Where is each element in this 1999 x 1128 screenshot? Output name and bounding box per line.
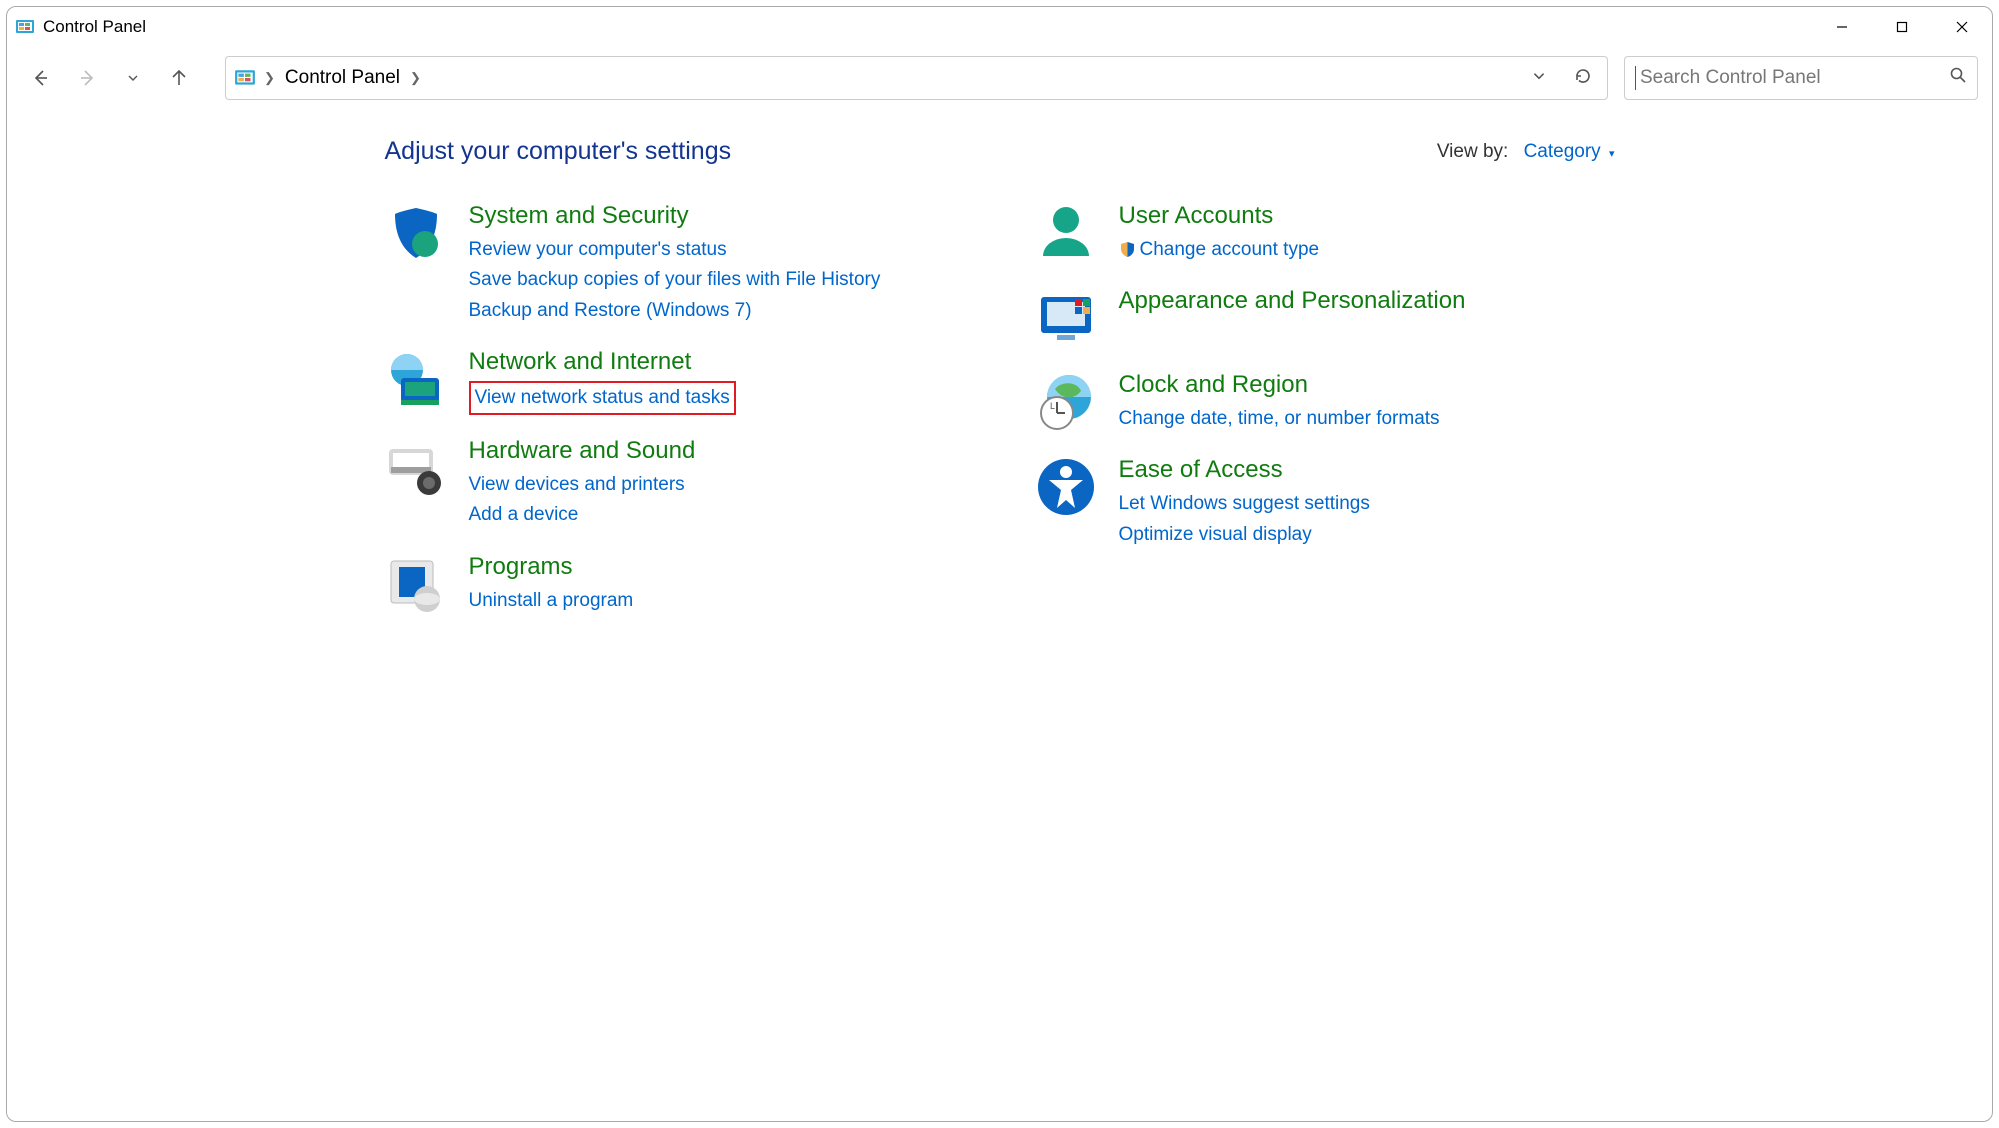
category-link[interactable]: Let Windows suggest settings: [1119, 489, 1370, 519]
search-icon: [1949, 66, 1967, 90]
category-ease-of-access: Ease of Access Let Windows suggest settin…: [1035, 456, 1615, 550]
category-title[interactable]: Network and Internet: [469, 348, 736, 377]
minimize-button[interactable]: [1812, 9, 1872, 45]
category-programs: Programs Uninstall a program: [385, 553, 965, 616]
chevron-down-icon[interactable]: [1531, 68, 1547, 89]
svg-text:L: L: [1050, 401, 1055, 411]
view-by-value[interactable]: Category ▾: [1524, 141, 1615, 162]
forward-button[interactable]: [73, 64, 101, 92]
category-link[interactable]: View network status and tasks: [469, 381, 736, 415]
control-panel-icon: [234, 67, 256, 89]
network-and-internet-icon: [385, 348, 447, 410]
category-title[interactable]: Ease of Access: [1119, 456, 1370, 485]
category-link[interactable]: Optimize visual display: [1119, 520, 1370, 550]
category-link[interactable]: Change date, time, or number formats: [1119, 404, 1440, 434]
window-title: Control Panel: [43, 17, 146, 37]
breadcrumb-item[interactable]: Control Panel: [285, 67, 400, 89]
nav-bar: ❯ Control Panel ❯ Search Control Panel: [7, 47, 1992, 109]
clock-and-region-icon: L: [1035, 371, 1097, 433]
hardware-and-sound-icon: [385, 437, 447, 499]
chevron-right-icon: ❯: [264, 70, 275, 86]
up-button[interactable]: [165, 64, 193, 92]
view-by-control[interactable]: View by: Category ▾: [1437, 141, 1615, 163]
back-button[interactable]: [27, 64, 55, 92]
category-link[interactable]: Review your computer's status: [469, 235, 881, 265]
category-title[interactable]: Hardware and Sound: [469, 437, 696, 466]
address-bar[interactable]: ❯ Control Panel ❯: [225, 56, 1608, 100]
category-title[interactable]: System and Security: [469, 202, 881, 231]
programs-icon: [385, 553, 447, 615]
category-appearance-and-personalization: Appearance and Personalization: [1035, 287, 1615, 349]
recent-locations-dropdown[interactable]: [119, 64, 147, 92]
control-panel-icon: [15, 17, 35, 37]
refresh-button[interactable]: [1573, 66, 1593, 91]
control-panel-window: Control Panel: [6, 6, 1993, 1122]
close-button[interactable]: [1932, 9, 1992, 45]
category-title[interactable]: Clock and Region: [1119, 371, 1440, 400]
category-clock-and-region: L Clock and Region Change date, time, or n…: [1035, 371, 1615, 434]
page-title: Adjust your computer's settings: [385, 137, 732, 166]
titlebar: Control Panel: [7, 7, 1992, 47]
system-and-security-icon: [385, 202, 447, 264]
content-area: Adjust your computer's settings View by:…: [7, 109, 1992, 1121]
chevron-down-icon: ▾: [1609, 148, 1615, 160]
category-title[interactable]: Appearance and Personalization: [1119, 287, 1466, 316]
category-network-and-internet: Network and Internet View network status …: [385, 348, 965, 415]
category-title[interactable]: Programs: [469, 553, 634, 582]
appearance-and-personalization-icon: [1035, 287, 1097, 349]
category-link[interactable]: Add a device: [469, 500, 696, 530]
maximize-button[interactable]: [1872, 9, 1932, 45]
category-link[interactable]: Change account type: [1119, 235, 1320, 265]
category-link[interactable]: Uninstall a program: [469, 586, 634, 616]
category-title[interactable]: User Accounts: [1119, 202, 1320, 231]
view-by-label: View by:: [1437, 141, 1508, 162]
search-placeholder: Search Control Panel: [1640, 67, 1949, 89]
category-system-and-security: System and Security Review your computer'…: [385, 202, 965, 326]
category-link[interactable]: Backup and Restore (Windows 7): [469, 296, 881, 326]
category-link[interactable]: Save backup copies of your files with Fi…: [469, 265, 881, 295]
ease-of-access-icon: [1035, 456, 1097, 518]
category-hardware-and-sound: Hardware and Sound View devices and print…: [385, 437, 965, 531]
category-link[interactable]: View devices and printers: [469, 470, 696, 500]
category-user-accounts: User Accounts Change account type: [1035, 202, 1615, 265]
search-input[interactable]: Search Control Panel: [1624, 56, 1978, 100]
user-accounts-icon: [1035, 202, 1097, 264]
breadcrumb: ❯ Control Panel ❯: [264, 67, 421, 89]
chevron-right-icon: ❯: [410, 70, 421, 86]
